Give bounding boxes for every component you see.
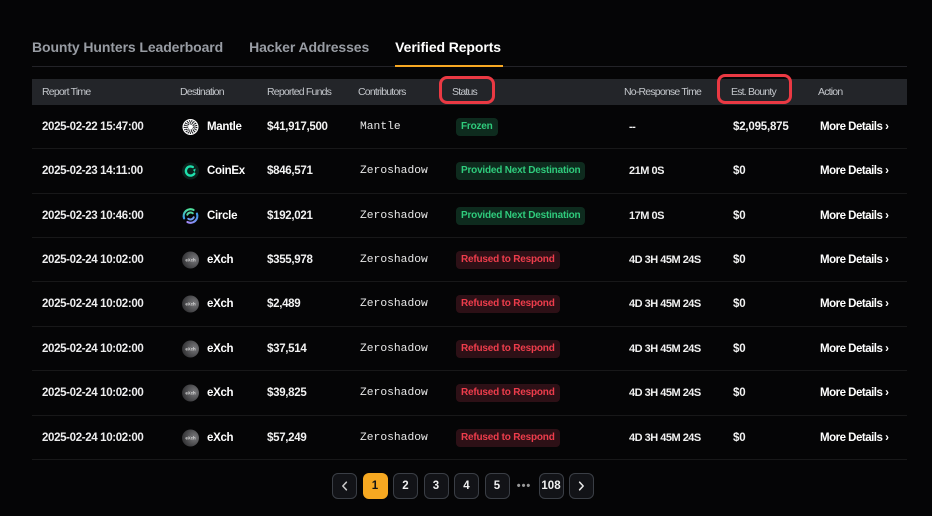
svg-text:eXch: eXch [185,435,196,440]
svg-text:eXch: eXch [185,257,196,262]
svg-text:eXch: eXch [185,346,196,351]
svg-text:eXch: eXch [185,391,196,396]
svg-text:eXch: eXch [185,302,196,307]
